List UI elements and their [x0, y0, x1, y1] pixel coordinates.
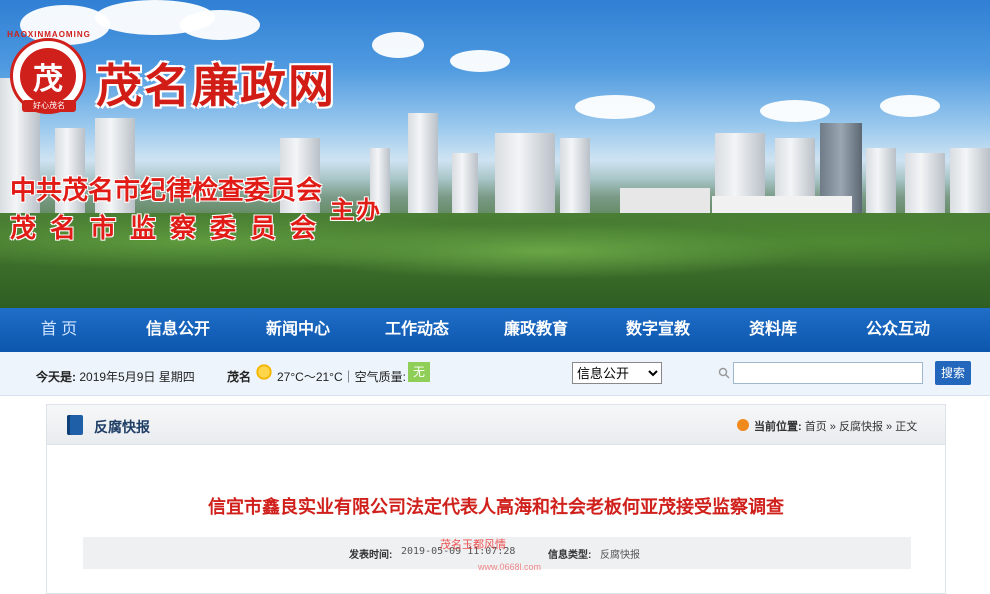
nav-item-news[interactable]: 新闻中心	[238, 308, 358, 352]
nav-item-home[interactable]: 首 页	[0, 308, 118, 359]
site-title: 茂名廉政网	[96, 59, 336, 113]
main-nav: 首 页 信息公开 新闻中心 工作动态 廉政教育 数字宣教 资料库 公众互动	[0, 308, 990, 359]
section-title: 反腐快报	[94, 419, 150, 435]
breadcrumb-section[interactable]: 反腐快报	[839, 421, 883, 433]
today-date: 今天是: 2019年5月9日 星期四	[36, 368, 195, 385]
cloud	[575, 95, 655, 119]
cloud	[20, 5, 110, 45]
location-icon	[737, 419, 749, 431]
air-quality-badge: 无	[408, 362, 430, 382]
type-value: 反腐快报	[600, 550, 640, 561]
search-button[interactable]: 搜索	[935, 361, 971, 385]
panel-header: 反腐快报 当前位置: 首页 » 反腐快报 » 正文	[47, 405, 945, 445]
nav-item-digital-education[interactable]: 数字宣教	[596, 308, 720, 352]
breadcrumb-home[interactable]: 首页	[805, 421, 827, 433]
sun-icon	[255, 363, 273, 381]
breadcrumb: 当前位置: 首页 » 反腐快报 » 正文	[754, 418, 917, 434]
city-name: 茂名	[227, 370, 252, 384]
logo-mark: 茂	[20, 48, 76, 104]
nav-item-public-interaction[interactable]: 公众互动	[826, 308, 970, 352]
cloud	[880, 95, 940, 117]
logo-tag: 好心茂名	[22, 100, 76, 112]
nav-item-library[interactable]: 资料库	[720, 308, 826, 352]
sponsor-line-1: 中共茂名市纪律检查委员会	[10, 176, 323, 206]
nav-item-integrity-education[interactable]: 廉政教育	[476, 308, 596, 352]
book-icon	[67, 415, 83, 435]
type-label: 信息类型:	[548, 550, 592, 561]
article-title: 信宜市鑫良实业有限公司法定代表人高海和社会老板何亚茂接受监察调查	[208, 497, 784, 517]
watermark-url: www.0668l.com	[478, 562, 542, 572]
date-text: 2019年5月9日 星期四	[79, 370, 195, 384]
header-banner: HAOXINMAOMING 茂 好心茂名 茂名廉政网 中共茂名市纪律检查委员会 …	[0, 0, 990, 308]
breadcrumb-sep: »	[829, 421, 836, 433]
nav-item-info-disclosure[interactable]: 信息公开	[118, 308, 238, 352]
cloud	[450, 50, 510, 72]
search-icon	[718, 367, 730, 379]
breadcrumb-current: 正文	[895, 421, 918, 433]
nav-item-work-updates[interactable]: 工作动态	[358, 308, 476, 352]
breadcrumb-sep: »	[886, 421, 893, 433]
sponsor-host: 主办	[330, 196, 382, 224]
cloud	[760, 100, 830, 122]
weather-text: 27°C～21°C｜空气质量:	[277, 370, 406, 384]
search-input[interactable]	[733, 362, 923, 384]
location-label: 当前位置:	[754, 421, 802, 433]
cloud	[180, 10, 260, 40]
watermark: 茂名玉都风情	[440, 539, 506, 551]
search-category-select[interactable]: 信息公开	[572, 362, 662, 384]
info-bar: 今天是: 2019年5月9日 星期四 茂名 27°C～21°C｜空气质量: 无 …	[0, 352, 990, 396]
sponsor-line-2: 茂名市监察委员会	[10, 214, 331, 244]
publish-label: 发表时间:	[349, 550, 393, 561]
cloud	[372, 32, 424, 58]
today-label: 今天是:	[36, 370, 76, 384]
